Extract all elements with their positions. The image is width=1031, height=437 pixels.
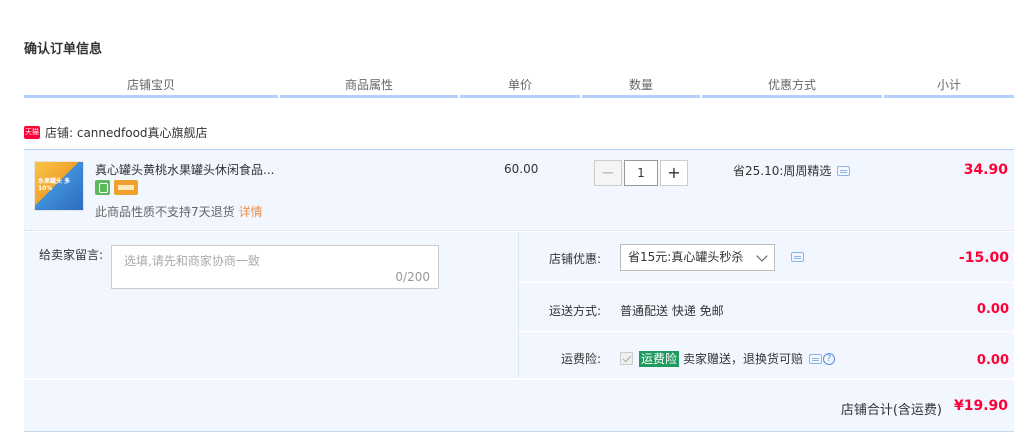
unit-price: 60.00 bbox=[504, 162, 539, 176]
item-subtotal: 34.90 bbox=[963, 162, 1008, 178]
shop-discount-value: -15.00 bbox=[958, 250, 1009, 266]
insurance-checkbox[interactable] bbox=[620, 352, 633, 365]
message-label: 给卖家留言: bbox=[39, 248, 104, 262]
chevron-down-icon bbox=[756, 250, 768, 262]
page-title: 确认订单信息 bbox=[24, 42, 103, 57]
item-promotion-text: 省25.10:周周精选 bbox=[733, 164, 832, 178]
shop-total-label: 店铺合计(含运费) bbox=[840, 403, 942, 418]
guarantee-icon[interactable] bbox=[95, 180, 110, 195]
decrease-quantity-button[interactable]: − bbox=[594, 160, 622, 186]
return-policy-note: 此商品性质不支持7天退货 详情 bbox=[95, 203, 263, 220]
column-header-attributes: 商品属性 bbox=[280, 76, 458, 98]
order-item-row: 水果罐头 多10% 真心罐头黄桃水果罐头休闲食品... 此商品性质不支持7天退货… bbox=[24, 149, 1014, 231]
product-thumbnail-text: 水果罐头 多10% bbox=[38, 178, 71, 192]
service-badges bbox=[95, 180, 138, 195]
quantity-input[interactable]: 1 bbox=[624, 160, 658, 186]
insurance-option: 运费险 卖家赠送，退换货可赔 ? bbox=[620, 350, 836, 367]
product-thumbnail[interactable]: 水果罐头 多10% bbox=[34, 161, 84, 211]
comment-icon[interactable] bbox=[809, 353, 823, 364]
table-header: 店铺宝贝 商品属性 单价 数量 优惠方式 小计 bbox=[24, 76, 1014, 98]
help-icon[interactable]: ? bbox=[823, 352, 836, 365]
return-policy-text: 此商品性质不支持7天退货 bbox=[95, 205, 235, 219]
shipping-label: 运送方式: bbox=[548, 304, 601, 318]
product-title[interactable]: 真心罐头黄桃水果罐头休闲食品... bbox=[95, 161, 274, 178]
column-header-quantity: 数量 bbox=[582, 76, 700, 98]
item-promotion: 省25.10:周周精选 bbox=[733, 162, 851, 179]
message-char-count: 0/200 bbox=[395, 270, 430, 284]
column-header-shop-item: 店铺宝贝 bbox=[24, 76, 278, 98]
shop-name[interactable]: 店铺: cannedfood真心旗舰店 bbox=[45, 124, 208, 141]
comment-icon[interactable] bbox=[837, 165, 851, 176]
increase-quantity-button[interactable]: + bbox=[660, 160, 688, 186]
quantity-stepper: − 1 + bbox=[594, 160, 688, 186]
shop-discount-row: 店铺优惠: 省15元:真心罐头秒杀 -15.00 bbox=[519, 232, 1015, 283]
shipping-insurance-row: 运费险: 运费险 卖家赠送，退换货可赔 ? 0.00 bbox=[519, 333, 1015, 378]
insurance-value: 0.00 bbox=[976, 353, 1009, 368]
shop-line: 天猫 店铺: cannedfood真心旗舰店 bbox=[24, 124, 208, 141]
column-header-promotion: 优惠方式 bbox=[702, 76, 882, 98]
message-placeholder: 选填,请先和商家协商一致 bbox=[124, 254, 260, 268]
column-header-unit-price: 单价 bbox=[460, 76, 580, 98]
insurance-tag: 运费险 bbox=[639, 350, 680, 367]
shop-total-row: 店铺合计(含运费) ¥19.90 bbox=[24, 380, 1014, 432]
detail-link[interactable]: 详情 bbox=[239, 205, 263, 219]
shop-discount-label: 店铺优惠: bbox=[548, 252, 601, 266]
shipping-value: 0.00 bbox=[976, 302, 1009, 317]
order-options: 给卖家留言: 选填,请先和商家协商一致 0/200 店铺优惠: 省15元:真心罐… bbox=[24, 232, 1015, 378]
shipping-row: 运送方式: 普通配送 快递 免邮 0.00 bbox=[519, 284, 1015, 332]
tmall-icon: 天猫 bbox=[24, 126, 40, 139]
column-header-subtotal: 小计 bbox=[884, 76, 1014, 98]
seller-message-field[interactable]: 选填,请先和商家协商一致 0/200 bbox=[111, 245, 439, 289]
credit-card-icon[interactable] bbox=[114, 180, 138, 195]
shop-discount-select[interactable]: 省15元:真心罐头秒杀 bbox=[620, 244, 775, 271]
order-summary-panel: 店铺优惠: 省15元:真心罐头秒杀 -15.00 运送方式: 普通配送 快递 免… bbox=[518, 232, 1015, 378]
shipping-method: 普通配送 快递 免邮 bbox=[620, 304, 724, 318]
shop-total-value: ¥19.90 bbox=[953, 398, 1008, 414]
insurance-label: 运费险: bbox=[560, 352, 601, 366]
insurance-text: 卖家赠送，退换货可赔 bbox=[683, 352, 804, 366]
shop-discount-selected: 省15元:真心罐头秒杀 bbox=[628, 250, 744, 264]
comment-icon[interactable] bbox=[791, 252, 804, 262]
